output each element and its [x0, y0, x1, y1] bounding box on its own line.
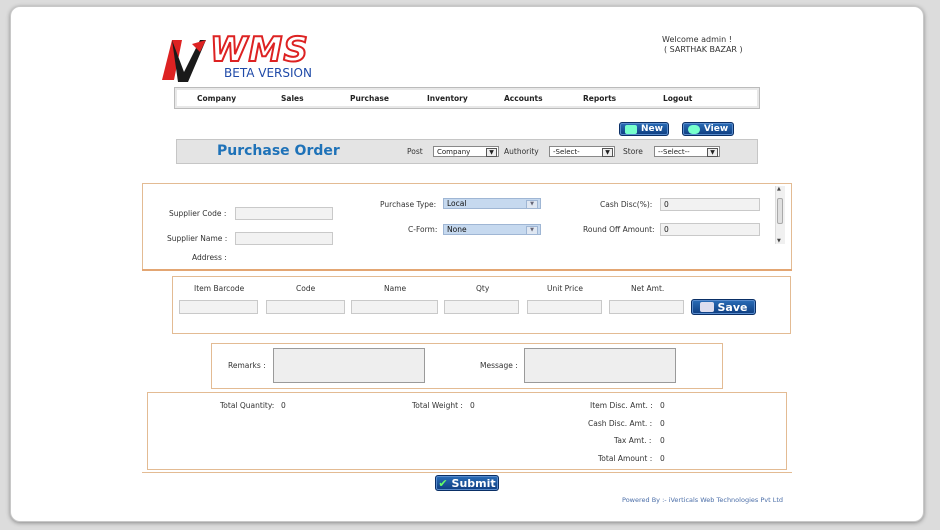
total-quantity-value: 0 — [281, 401, 286, 410]
brand-name: WMS — [209, 29, 309, 71]
item-unit-price-input[interactable] — [527, 300, 602, 314]
nav-sales[interactable]: Sales — [281, 94, 304, 103]
save-icon — [699, 302, 714, 312]
item-net-amt-input[interactable] — [609, 300, 684, 314]
tax-amt-label: Tax Amt. : — [614, 436, 652, 445]
supplier-code-label: Supplier Code : — [169, 209, 227, 218]
cash-disc-label: Cash Disc(%): — [600, 200, 653, 209]
total-weight-label: Total Weight : — [412, 401, 463, 410]
section-divider — [142, 269, 792, 271]
cash-disc-amt-label: Cash Disc. Amt. : — [588, 419, 653, 428]
round-off-input[interactable]: 0 — [660, 223, 760, 236]
welcome-text: Welcome admin ! — [662, 35, 732, 44]
submit-label: Submit — [451, 476, 496, 490]
cash-disc-input[interactable]: 0 — [660, 198, 760, 211]
main-nav: Company Sales Purchase Inventory Account… — [174, 87, 760, 109]
tax-amt-value: 0 — [660, 436, 665, 445]
col-net-amt: Net Amt. — [631, 284, 665, 293]
col-name: Name — [384, 284, 407, 293]
address-label: Address : — [192, 253, 227, 262]
save-button[interactable]: Save — [691, 299, 756, 315]
nav-purchase[interactable]: Purchase — [350, 94, 389, 103]
view-label: View — [703, 124, 729, 134]
chevron-down-icon: ▼ — [602, 148, 613, 157]
nav-reports[interactable]: Reports — [583, 94, 616, 103]
item-barcode-input[interactable] — [179, 300, 258, 314]
remarks-textarea[interactable] — [273, 348, 425, 383]
nav-logout[interactable]: Logout — [663, 94, 692, 103]
cform-select[interactable]: None ▼ — [443, 224, 541, 235]
bottom-divider — [142, 472, 792, 473]
totals-panel: Total Quantity: 0 Total Weight : 0 Item … — [147, 392, 787, 470]
logo-mark-icon — [162, 40, 206, 82]
total-weight-value: 0 — [470, 401, 475, 410]
view-icon — [687, 124, 700, 134]
scroll-thumb[interactable] — [777, 198, 783, 224]
purchase-type-label: Purchase Type: — [380, 200, 437, 209]
scroll-down-icon[interactable]: ▼ — [777, 238, 781, 244]
nav-company[interactable]: Company — [197, 94, 236, 103]
store-name: ( SARTHAK BAZAR ) — [664, 45, 743, 54]
chevron-down-icon: ▼ — [486, 148, 497, 157]
cform-label: C-Form: — [408, 225, 438, 234]
new-icon — [625, 124, 638, 134]
nav-inventory[interactable]: Inventory — [427, 94, 468, 103]
item-code-input[interactable] — [266, 300, 345, 314]
submit-button[interactable]: ✔ Submit — [435, 475, 499, 491]
new-label: New — [641, 124, 663, 134]
item-name-input[interactable] — [351, 300, 438, 314]
view-button[interactable]: View — [682, 122, 734, 136]
welcome-block: Welcome admin ! ( SARTHAK BAZAR ) — [662, 35, 743, 55]
save-label: Save — [717, 300, 748, 314]
cform-value: None — [447, 225, 467, 234]
post-select[interactable]: Company ▼ — [433, 146, 499, 157]
store-label: Store — [623, 147, 643, 156]
item-disc-value: 0 — [660, 401, 665, 410]
round-off-label: Round Off Amount: — [583, 225, 655, 234]
col-unit-price: Unit Price — [547, 284, 583, 293]
authority-select-value: -Select- — [553, 148, 580, 156]
col-code: Code — [296, 284, 316, 293]
purchase-type-value: Local — [447, 199, 467, 208]
chevron-down-icon: ▼ — [526, 226, 538, 235]
col-item-barcode: Item Barcode — [194, 284, 245, 293]
cash-disc-amt-value: 0 — [660, 419, 665, 428]
chevron-down-icon: ▼ — [526, 200, 538, 209]
total-quantity-label: Total Quantity: — [220, 401, 275, 410]
page-toolbar: Purchase Order Post Company ▼ Authority -… — [176, 139, 758, 164]
supplier-name-input[interactable] — [235, 232, 333, 245]
form-scrollbar[interactable]: ▲ ▼ — [775, 186, 785, 244]
post-label: Post — [407, 147, 423, 156]
supplier-code-input[interactable] — [235, 207, 333, 220]
page-title: Purchase Order — [217, 143, 340, 159]
scroll-up-icon[interactable]: ▲ — [777, 186, 781, 192]
authority-select[interactable]: -Select- ▼ — [549, 146, 615, 157]
store-select-value: --Select-- — [658, 148, 690, 156]
new-button[interactable]: New — [619, 122, 669, 136]
item-disc-label: Item Disc. Amt. : — [590, 401, 653, 410]
chevron-down-icon: ▼ — [707, 148, 718, 157]
col-qty: Qty — [476, 284, 490, 293]
wms-logo: WMS BETA VERSION — [162, 29, 322, 84]
supplier-name-label: Supplier Name : — [167, 234, 228, 243]
item-qty-input[interactable] — [444, 300, 519, 314]
brand-subtitle: BETA VERSION — [224, 66, 312, 80]
store-select[interactable]: --Select-- ▼ — [654, 146, 720, 157]
authority-label: Authority — [504, 147, 539, 156]
total-amount-label: Total Amount : — [598, 454, 653, 463]
purchase-type-select[interactable]: Local ▼ — [443, 198, 541, 209]
nav-accounts[interactable]: Accounts — [504, 94, 543, 103]
remarks-label: Remarks : — [228, 361, 266, 370]
message-label: Message : — [480, 361, 518, 370]
message-textarea[interactable] — [524, 348, 676, 383]
check-icon: ✔ — [438, 476, 448, 490]
footer-credit: Powered By :- iVerticals Web Technologie… — [622, 496, 783, 504]
post-select-value: Company — [437, 148, 471, 156]
total-amount-value: 0 — [660, 454, 665, 463]
